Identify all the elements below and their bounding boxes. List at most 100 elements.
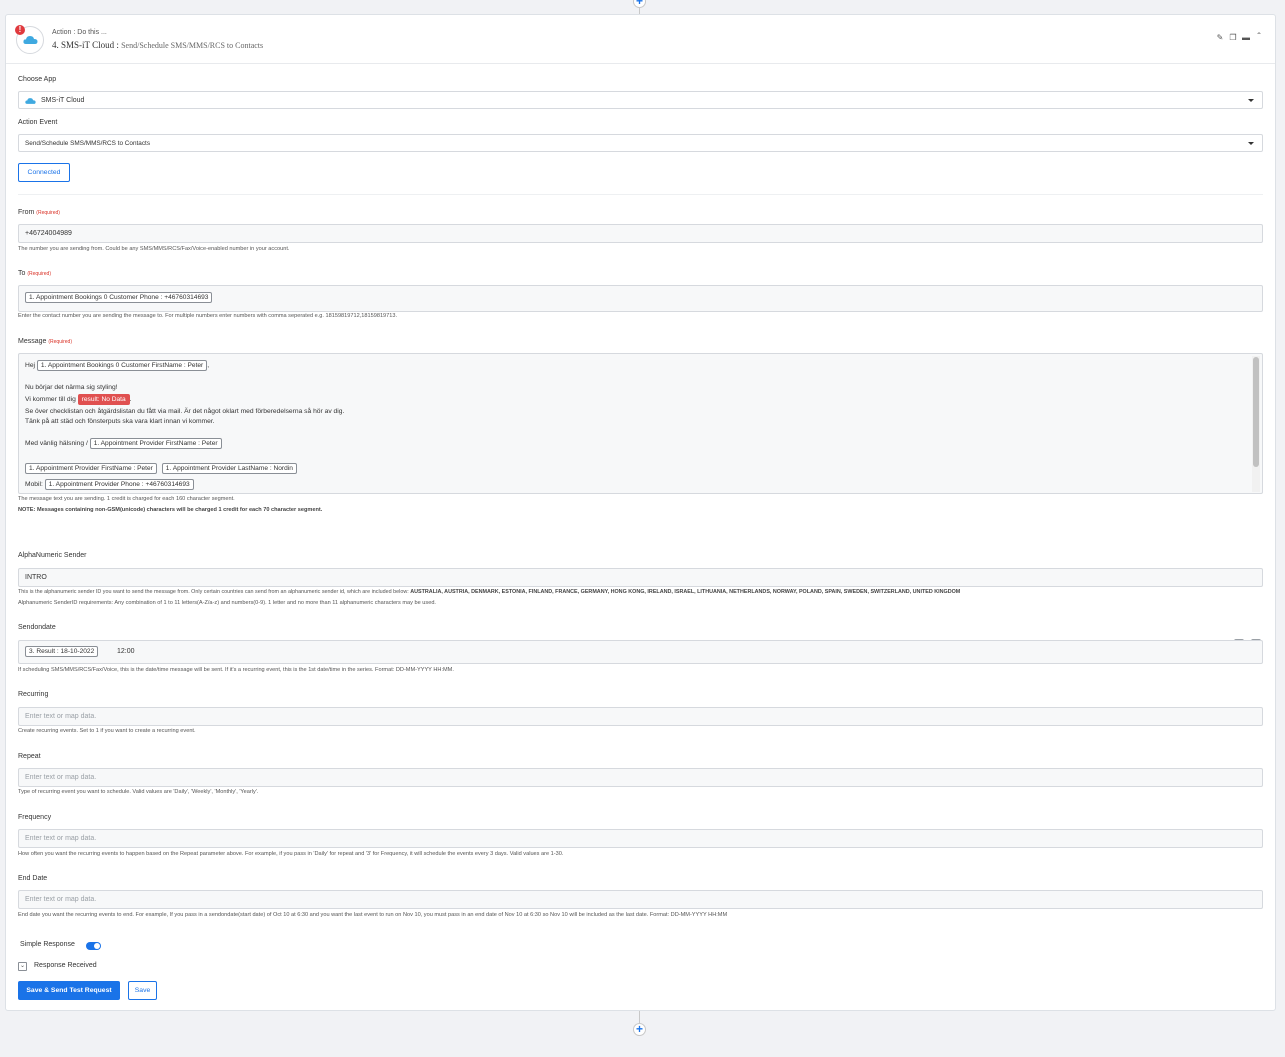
message-line-signature: 1. Appointment Provider FirstName : Pete… (25, 463, 297, 474)
message-hej: Hej (25, 362, 36, 369)
from-input[interactable]: +46724004989 (18, 224, 1263, 243)
choose-app-label: Choose App (18, 76, 57, 83)
connected-button[interactable]: Connected (18, 163, 70, 182)
step-app-title: 4. SMS-iT Cloud : (52, 40, 119, 50)
save-button[interactable]: Save (128, 981, 157, 1000)
choose-app-select[interactable]: SMS-iT Cloud (18, 91, 1263, 109)
chevron-up-icon[interactable]: ˆ (1255, 33, 1263, 43)
action-event-value: Send/Schedule SMS/MMS/RCS to Contacts (25, 140, 151, 147)
message-line-mobil: Mobil: 1. Appointment Provider Phone : +… (25, 479, 194, 490)
provider-firstname-pill[interactable]: 1. Appointment Provider FirstName : Pete… (89, 438, 222, 449)
step-toolbar: ✎ ❐ ▬ ˆ (1216, 33, 1263, 43)
message-line-se: Se över checklistan och åtgärdslistan du… (25, 408, 345, 415)
response-received-expand[interactable]: ⌄ (18, 962, 27, 971)
from-label-text: From (18, 209, 35, 216)
add-step-top-button[interactable]: + (633, 0, 646, 8)
end-date-placeholder: Enter text or map data. (25, 896, 97, 903)
message-hint: The message text you are sending. 1 cred… (18, 496, 235, 502)
message-line-vi: Vi kommer till dig result: No Data. (25, 394, 132, 405)
save-send-test-button[interactable]: Save & Send Test Request (18, 981, 120, 1000)
copy-icon[interactable]: ❐ (1229, 34, 1237, 42)
simple-response-label: Simple Response (20, 941, 75, 948)
alpha-sender-requirements: Alphanumeric SenderID requirements: Any … (18, 600, 436, 606)
action-event-label: Action Event (18, 119, 58, 126)
message-mobil: Mobil: (25, 481, 43, 488)
to-hint: Enter the contact number you are sending… (18, 313, 398, 319)
sendondate-pill[interactable]: 3. Result : 18-10-2022 (25, 646, 99, 657)
pencil-icon[interactable]: ✎ (1216, 34, 1224, 42)
trash-icon[interactable]: ▬ (1242, 34, 1250, 42)
provider-phone-pill[interactable]: 1. Appointment Provider Phone : +4676031… (44, 479, 194, 490)
plus-icon: + (635, 0, 643, 8)
alpha-sender-input[interactable]: INTRO (18, 568, 1263, 587)
repeat-placeholder: Enter text or map data. (25, 774, 97, 781)
message-note: NOTE: Messages containing non-GSM(unicod… (18, 507, 323, 513)
chevron-down-icon (1248, 99, 1254, 102)
chevron-down-icon (1248, 142, 1254, 145)
to-input[interactable]: 1. Appointment Bookings 0 Customer Phone… (18, 285, 1263, 312)
cloud-icon (25, 98, 36, 104)
cloud-icon (23, 36, 38, 44)
response-received-label: Response Received (34, 962, 97, 969)
provider-firstname-pill-2[interactable]: 1. Appointment Provider FirstName : Pete… (25, 463, 157, 474)
alpha-sender-value: INTRO (25, 574, 47, 581)
step-header[interactable]: ! Action : Do this ... 4. SMS-iT Cloud :… (6, 15, 1275, 64)
simple-response-toggle[interactable] (86, 942, 101, 950)
message-med-text: Med vänlig hälsning / (25, 440, 88, 447)
message-label: Message (Required) (18, 338, 72, 345)
add-step-bottom-button[interactable]: + (633, 1023, 646, 1036)
message-scrollbar[interactable] (1252, 356, 1260, 492)
frequency-hint: How often you want the recurring events … (18, 851, 564, 857)
recurring-label: Recurring (18, 691, 49, 698)
plus-icon: + (635, 1022, 643, 1036)
end-date-hint: End date you want the recurring events t… (18, 912, 728, 918)
error-badge: ! (15, 25, 25, 35)
frequency-placeholder: Enter text or map data. (25, 835, 97, 842)
end-date-label: End Date (18, 875, 48, 882)
action-event-select[interactable]: Send/Schedule SMS/MMS/RCS to Contacts (18, 134, 1263, 152)
message-vi-text: Vi kommer till dig (25, 396, 76, 403)
frequency-label: Frequency (18, 814, 52, 821)
provider-lastname-pill[interactable]: 1. Appointment Provider LastName : Nordi… (161, 463, 297, 474)
message-line-med: Med vänlig hälsning / 1. Appointment Pro… (25, 438, 222, 449)
sendondate-hint: If scheduling SMS/MMS/RCS/Fax/Voice, thi… (18, 667, 454, 673)
repeat-input[interactable]: Enter text or map data. (18, 768, 1263, 787)
customer-firstname-pill[interactable]: 1. Appointment Bookings 0 Customer First… (36, 360, 208, 371)
from-value: +46724004989 (25, 230, 72, 237)
alpha-sender-hint: This is the alphanumeric sender ID you w… (18, 589, 960, 595)
recurring-input[interactable]: Enter text or map data. (18, 707, 1263, 726)
message-scrollbar-thumb[interactable] (1253, 357, 1259, 467)
toggle-knob (94, 943, 100, 949)
message-line-tank: Tänk på att städ och fönsterputs ska var… (25, 418, 215, 425)
chevron-down-icon: ⌄ (19, 963, 26, 969)
alpha-sender-hint-text: This is the alphanumeric sender ID you w… (18, 589, 409, 595)
message-label-text: Message (18, 338, 47, 345)
step-event-title: Send/Schedule SMS/MMS/RCS to Contacts (121, 41, 264, 50)
required-tag: (Required) (48, 339, 72, 345)
sendondate-input[interactable]: 3. Result : 18-10-2022 12:00 (18, 640, 1263, 664)
from-label: From (Required) (18, 209, 60, 216)
required-tag: (Required) (36, 210, 60, 216)
sendondate-label: Sendondate (18, 624, 56, 631)
alpha-sender-countries: AUSTRALIA, AUSTRIA, DENMARK, ESTONIA, FI… (410, 589, 961, 595)
to-label-text: To (18, 270, 26, 277)
end-date-input[interactable]: Enter text or map data. (18, 890, 1263, 909)
message-textarea[interactable]: Hej 1. Appointment Bookings 0 Customer F… (18, 353, 1263, 494)
message-comma: , (207, 362, 210, 369)
no-data-pill[interactable]: result: No Data (77, 394, 130, 405)
recurring-placeholder: Enter text or map data. (25, 713, 97, 720)
message-line-styling: Nu börjar det närma sig styling! (25, 384, 118, 391)
section-divider (18, 194, 1263, 195)
recurring-hint: Create recurring events. Set to 1 if you… (18, 728, 196, 734)
from-hint: The number you are sending from. Could b… (18, 246, 290, 252)
message-period: . (129, 396, 132, 403)
to-label: To (Required) (18, 270, 51, 277)
required-tag: (Required) (27, 271, 51, 277)
sendondate-time: 12:00 (117, 648, 135, 655)
frequency-input[interactable]: Enter text or map data. (18, 829, 1263, 848)
repeat-hint: Type of recurring event you want to sche… (18, 789, 259, 795)
to-mapped-pill[interactable]: 1. Appointment Bookings 0 Customer Phone… (25, 292, 213, 303)
message-line-1: Hej 1. Appointment Bookings 0 Customer F… (25, 360, 209, 371)
repeat-label: Repeat (18, 753, 41, 760)
step-subtitle: Action : Do this ... (52, 29, 107, 36)
